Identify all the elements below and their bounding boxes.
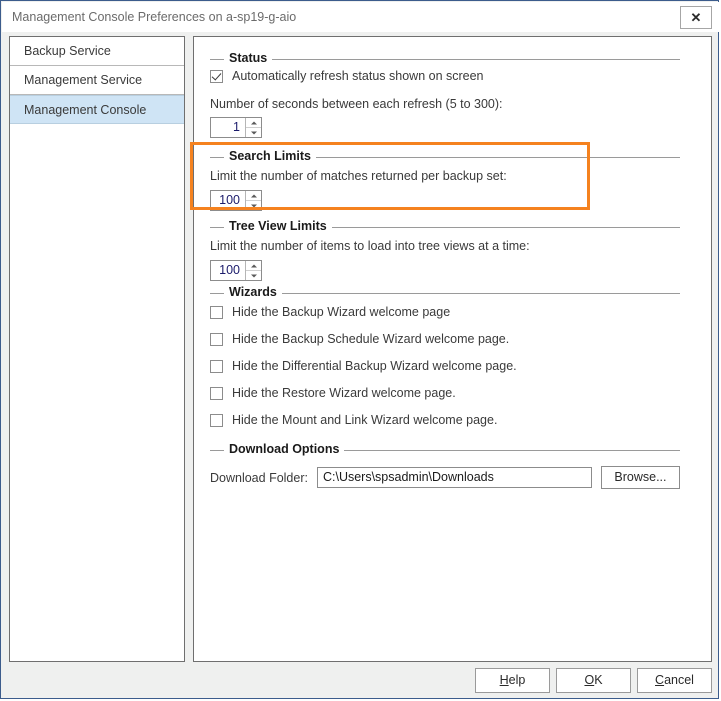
search-limit-value[interactable]: 100 — [211, 191, 245, 210]
preferences-dialog: Management Console Preferences on a-sp19… — [0, 0, 719, 699]
cancel-button[interactable]: Cancel — [637, 668, 712, 693]
preferences-content-panel: Status Automatically refresh status show… — [193, 36, 712, 662]
wizard-checkbox-label: Hide the Differential Backup Wizard welc… — [232, 359, 517, 373]
help-accesskey: H — [499, 673, 509, 687]
group-tree-view-limits: Tree View Limits Limit the number of ite… — [210, 219, 680, 281]
wizard-checkbox-row-backup-schedule[interactable]: Hide the Backup Schedule Wizard welcome … — [210, 332, 680, 346]
cancel-accesskey: C — [655, 673, 665, 687]
refresh-seconds-value[interactable]: 1 — [211, 118, 245, 137]
download-folder-row: Download Folder: C:\Users\spsadmin\Downl… — [210, 466, 680, 489]
window-title: Management Console Preferences on a-sp19… — [12, 10, 297, 24]
hide-backup-wizard-checkbox[interactable] — [210, 305, 223, 319]
search-limit-description: Limit the number of matches returned per… — [210, 169, 507, 183]
wizard-checkbox-row-restore[interactable]: Hide the Restore Wizard welcome page. — [210, 386, 680, 400]
hide-differential-backup-wizard-checkbox[interactable] — [210, 359, 223, 373]
stepper-buttons — [245, 118, 261, 137]
refresh-seconds-stepper[interactable]: 1 — [210, 117, 262, 138]
stepper-buttons — [245, 191, 261, 210]
ok-label-rest: K — [594, 673, 603, 687]
cancel-label-rest: ancel — [664, 673, 694, 687]
hide-mount-and-link-wizard-checkbox[interactable] — [210, 413, 223, 427]
stepper-up-icon[interactable] — [246, 261, 261, 271]
wizard-checkbox-label: Hide the Backup Wizard welcome page — [232, 305, 451, 319]
search-limit-stepper[interactable]: 100 — [210, 190, 262, 211]
title-bar: Management Console Preferences on a-sp19… — [2, 2, 719, 32]
group-download-options: Download Options Download Folder: C:\Use… — [210, 442, 680, 489]
wizard-checkbox-label: Hide the Mount and Link Wizard welcome p… — [232, 413, 498, 427]
hide-restore-wizard-checkbox[interactable] — [210, 386, 223, 400]
stepper-up-icon[interactable] — [246, 118, 261, 128]
dialog-footer: Help OK Cancel — [1, 668, 720, 700]
auto-refresh-label: Automatically refresh status shown on sc… — [232, 69, 484, 83]
stepper-up-icon[interactable] — [246, 191, 261, 201]
ok-button[interactable]: OK — [556, 668, 631, 693]
refresh-seconds-label: Number of seconds between each refresh (… — [210, 97, 503, 111]
tree-view-limit-stepper[interactable]: 100 — [210, 260, 262, 281]
auto-refresh-checkbox[interactable] — [210, 69, 223, 83]
browse-button[interactable]: Browse... — [600, 466, 680, 489]
ok-accesskey: O — [584, 673, 595, 687]
help-button[interactable]: Help — [475, 668, 550, 693]
wizard-checkbox-row-mount-and-link[interactable]: Hide the Mount and Link Wizard welcome p… — [210, 413, 680, 427]
wizard-checkbox-label: Hide the Backup Schedule Wizard welcome … — [232, 332, 510, 346]
sidebar: Backup Service Management Service Manage… — [9, 36, 185, 662]
wizard-checkbox-row-differential-backup[interactable]: Hide the Differential Backup Wizard welc… — [210, 359, 680, 373]
download-folder-input[interactable]: C:\Users\spsadmin\Downloads — [316, 467, 592, 488]
sidebar-item-label: Management Service — [24, 73, 143, 87]
stepper-down-icon[interactable] — [246, 201, 261, 210]
download-folder-label: Download Folder: — [210, 470, 308, 485]
wizard-checkbox-label: Hide the Restore Wizard welcome page. — [232, 386, 456, 400]
group-status: Status Automatically refresh status show… — [210, 51, 680, 138]
sidebar-item-label: Management Console — [24, 103, 147, 117]
sidebar-item-management-console[interactable]: Management Console — [10, 95, 184, 124]
auto-refresh-checkbox-row[interactable]: Automatically refresh status shown on sc… — [210, 69, 680, 83]
group-wizards: Wizards Hide the Backup Wizard welcome p… — [210, 285, 680, 427]
wizard-checkbox-row-backup[interactable]: Hide the Backup Wizard welcome page — [210, 305, 680, 319]
hide-backup-schedule-wizard-checkbox[interactable] — [210, 332, 223, 346]
stepper-down-icon[interactable] — [246, 128, 261, 137]
sidebar-item-management-service[interactable]: Management Service — [10, 66, 184, 95]
tree-view-limit-description: Limit the number of items to load into t… — [210, 239, 530, 253]
close-icon[interactable]: ✕ — [680, 6, 712, 29]
tree-view-limit-value[interactable]: 100 — [211, 261, 245, 280]
sidebar-item-backup-service[interactable]: Backup Service — [10, 37, 184, 66]
stepper-buttons — [245, 261, 261, 280]
help-label-rest: elp — [508, 673, 526, 687]
sidebar-item-label: Backup Service — [24, 44, 111, 58]
stepper-down-icon[interactable] — [246, 271, 261, 280]
group-search-limits: Search Limits Limit the number of matche… — [210, 149, 680, 211]
